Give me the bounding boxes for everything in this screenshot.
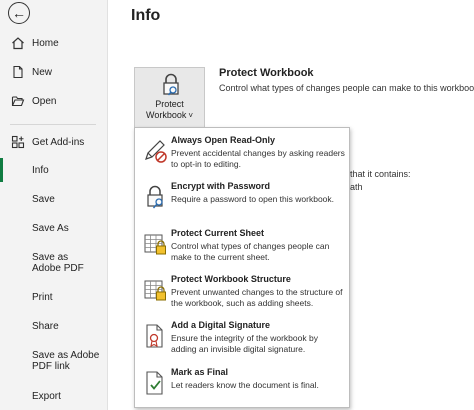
menu-item-title: Mark as Final [171,367,229,377]
back-arrow-icon[interactable]: ← [8,2,30,24]
nav-item-share[interactable]: Share [0,314,107,338]
menu-item-description: Ensure the integrity of the workbook by … [171,333,318,354]
menu-item-description: Prevent accidental changes by asking rea… [171,148,345,169]
lock-icon [163,73,179,96]
protect-workbook-title: Protect Workbook [219,67,314,79]
nav-item-save-as-adobe-pdf[interactable]: Save as Adobe PDF [0,250,107,276]
nav-item-save-as[interactable]: Save As [0,216,107,240]
menu-item-always-open-read-only[interactable]: Always Open Read-Only Prevent accidental… [135,132,349,176]
menu-item-title: Always Open Read-Only [171,135,276,145]
menu-item-description: Require a password to open this workbook… [171,194,335,204]
new-document-icon [10,65,26,79]
lock-key-icon [147,185,163,209]
background-text-fragment: that it contains: [350,169,411,179]
document-check-icon [146,371,163,395]
home-icon [10,36,26,50]
protect-workbook-menu: Always Open Read-Only Prevent accidental… [134,127,350,408]
workbook-structure-lock-icon [144,280,166,301]
menu-item-protect-current-sheet[interactable]: Protect Current Sheet Control what types… [135,225,349,269]
nav-item-save-as-adobe-pdf-link[interactable]: Save as Adobe PDF link [0,348,107,374]
nav-item-new[interactable]: New [0,60,107,84]
menu-item-title: Protect Workbook Structure [171,274,291,284]
document-ribbon-icon [146,324,163,348]
menu-item-add-digital-signature[interactable]: Add a Digital Signature Ensure the integ… [135,317,349,361]
sheet-lock-icon [144,234,166,255]
menu-item-encrypt-with-password[interactable]: Encrypt with Password Require a password… [135,178,349,222]
nav-item-info[interactable]: Info [0,158,107,182]
grid-add-icon [10,135,26,149]
nav-item-print[interactable]: Print [0,285,107,309]
protect-workbook-description: Control what types of changes people can… [219,83,474,93]
menu-item-description: Let readers know the document is final. [171,380,319,390]
menu-item-description: Prevent unwanted changes to the structur… [171,287,343,308]
protect-button-label-1: Protect [155,99,184,109]
chevron-down-icon: ˅ [188,111,194,120]
menu-item-title: Protect Current Sheet [171,228,265,238]
protect-button-label-2: Workbook [145,110,187,120]
menu-item-title: Encrypt with Password [171,181,271,191]
nav-item-open[interactable]: Open [0,89,107,113]
nav-item-get-add-ins[interactable]: Get Add-ins [0,130,107,154]
menu-item-protect-workbook-structure[interactable]: Protect Workbook Structure Prevent unwan… [135,271,349,315]
menu-item-description: Control what types of changes people can… [171,241,330,262]
background-text-fragment: ath [350,182,363,192]
folder-open-icon [10,94,26,108]
backstage-sidebar: ← Home New Open Get Add-ins Info Save Sa… [0,0,108,410]
menu-item-title: Add a Digital Signature [171,320,271,330]
pencil-prohibited-icon [145,140,167,163]
nav-item-save[interactable]: Save [0,187,107,211]
menu-item-mark-as-final[interactable]: Mark as Final Let readers know the docum… [135,364,349,408]
sidebar-divider [10,124,96,125]
protect-workbook-button[interactable]: Protect Workbook ˅ [134,67,205,128]
nav-item-export[interactable]: Export [0,384,107,408]
page-title: Info [131,7,161,24]
nav-item-home[interactable]: Home [0,31,107,55]
